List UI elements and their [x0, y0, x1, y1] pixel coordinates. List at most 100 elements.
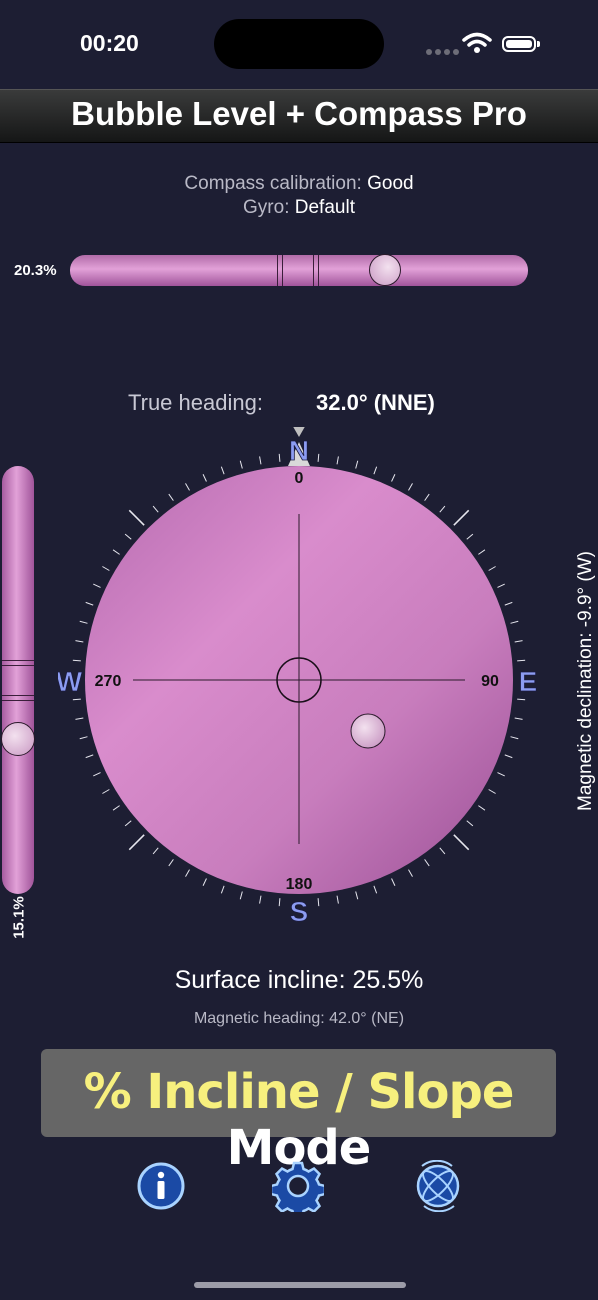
compass-tick [466, 820, 474, 827]
cardinal-north: N [289, 435, 309, 466]
surface-incline: Surface incline: 25.5% [174, 966, 424, 994]
compass-tick [408, 483, 413, 491]
compass-tick [504, 601, 513, 606]
compass-tick [497, 583, 505, 588]
compass-tick [488, 789, 496, 794]
compass-calibration-status: Compass calibration: Good [0, 173, 598, 195]
mode-accent-text: % Incline / Slope [83, 1064, 515, 1120]
horizontal-level-mark [277, 255, 278, 286]
compass-tick [112, 549, 120, 555]
compass-tick [259, 456, 262, 465]
compass-tick [93, 772, 101, 777]
app-title: Bubble Level + Compass Pro [71, 95, 527, 132]
compass-tick [185, 483, 190, 491]
gyro-value: Default [294, 197, 355, 218]
compass-tick [79, 736, 88, 740]
battery-icon [502, 36, 540, 52]
compass-tick [278, 898, 281, 907]
compass-tick [504, 754, 513, 759]
compass-tick [72, 698, 81, 701]
compass-tick [168, 859, 174, 867]
degree-label-0: 0 [295, 470, 304, 487]
compass-tick [466, 533, 474, 540]
compass-tick [514, 640, 523, 643]
compass-tick [453, 509, 470, 526]
true-heading-value: 32.0° (NNE) [316, 390, 435, 415]
wifi-icon [462, 32, 492, 59]
compass-tick [112, 805, 120, 811]
compass-tick [128, 834, 145, 851]
magnetic-heading: Magnetic heading: 42.0° (NE) [193, 1010, 405, 1027]
compass-tick [517, 659, 526, 662]
compass-tick [278, 453, 281, 462]
compass-tick [93, 583, 101, 588]
compass-tick [453, 834, 470, 851]
info-button[interactable] [135, 1160, 187, 1212]
gear-icon [269, 1161, 327, 1219]
compass-tick [168, 493, 174, 501]
compass-tick [259, 895, 262, 904]
calibrate-button[interactable] [412, 1159, 464, 1213]
horizontal-level-bubble [369, 254, 402, 286]
compass-tick [85, 601, 94, 606]
surface-level-bubble [350, 713, 386, 749]
compass-tick [152, 505, 159, 513]
compass-tick [75, 640, 84, 643]
vertical-level-bubble [1, 721, 35, 756]
calibrate-icon [416, 1159, 460, 1213]
compass-tick [152, 847, 159, 855]
compass-tick [488, 566, 496, 571]
gyro-status: Gyro: Default [0, 197, 598, 219]
cardinal-south: S [290, 896, 309, 927]
compass-tick [517, 698, 526, 701]
horizontal-level-mark [318, 255, 319, 286]
cellular-signal-icon [426, 42, 462, 60]
compass-tick [220, 466, 225, 475]
compass-tick [439, 505, 446, 513]
compass-tick [336, 895, 339, 904]
compass-tick [239, 460, 243, 469]
vertical-tilt-percent: 15.1% [10, 896, 28, 939]
compass-tick [497, 772, 505, 777]
compass-tick [85, 754, 94, 759]
horizontal-level-mark [282, 255, 283, 286]
compass-tick [220, 885, 225, 894]
horizontal-level-bar [70, 254, 528, 286]
compass-tick [478, 549, 486, 555]
compass-tick [202, 878, 207, 886]
compass-tick [478, 805, 486, 811]
compass-tick [424, 493, 430, 501]
compass-tick [124, 820, 132, 827]
compass-tick [72, 659, 81, 662]
vertical-level-bar [1, 466, 35, 894]
compass-tick [514, 717, 523, 720]
compass-tick [336, 456, 339, 465]
cardinal-west: W [58, 666, 83, 697]
compass-tick [185, 869, 190, 877]
settings-button[interactable] [269, 1160, 327, 1219]
compass-calibration-value: Good [367, 173, 414, 194]
compass-tick [391, 474, 396, 482]
vertical-level-mark [2, 700, 34, 701]
compass-tick [124, 533, 132, 540]
cardinal-east: E [519, 666, 538, 697]
status-time: 00:20 [80, 30, 139, 56]
compass-dial: N S E W 0 180 90 270 [58, 427, 538, 927]
compass-tick [317, 453, 320, 462]
vertical-level-mark [2, 665, 34, 666]
dynamic-island [214, 19, 384, 69]
degree-label-180: 180 [286, 876, 313, 893]
home-indicator [194, 1282, 406, 1288]
compass-tick [373, 885, 378, 894]
compass-tick [408, 869, 413, 877]
gyro-label: Gyro: [243, 197, 290, 218]
true-heading-label: True heading: [128, 390, 263, 415]
compass-tick [317, 898, 320, 907]
compass-tick [355, 891, 359, 900]
compass-tick [373, 466, 378, 475]
vertical-level-mark [2, 695, 34, 696]
compass-tick [239, 891, 243, 900]
degree-label-90: 90 [481, 673, 499, 690]
compass-tick [102, 789, 110, 794]
compass-tick [75, 717, 84, 720]
